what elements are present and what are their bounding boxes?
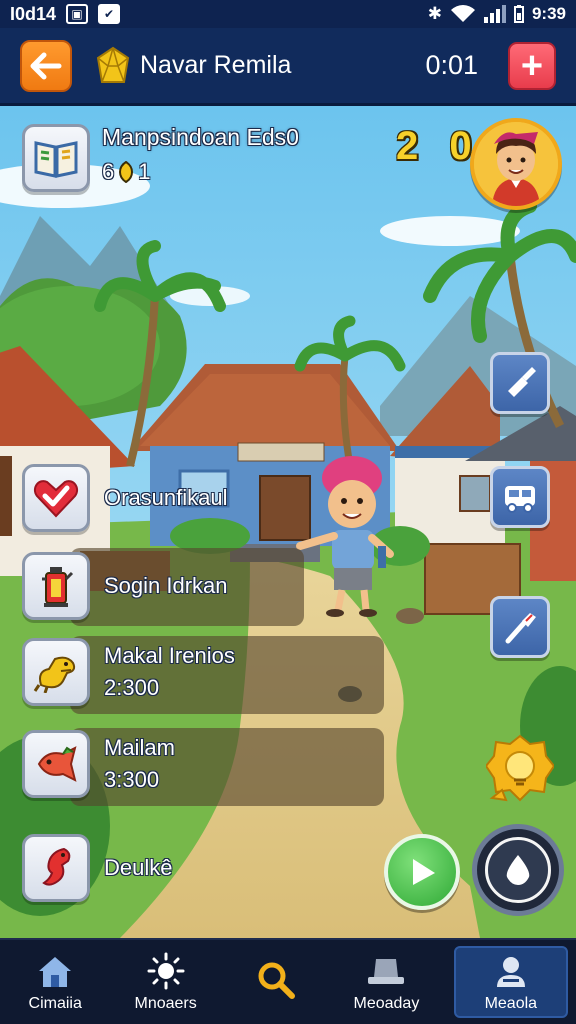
- flashlight-tool-button[interactable]: [490, 352, 550, 414]
- list-item-icon-tile: [22, 638, 90, 706]
- profile-icon: [496, 957, 525, 987]
- nav-item-search[interactable]: [221, 940, 331, 1024]
- back-button[interactable]: [20, 39, 72, 92]
- list-item-icon-tile: [22, 552, 90, 620]
- quest-card: Manpsindoan Eds0 6 1: [22, 124, 299, 192]
- checkmark-icon: ✔: [98, 4, 121, 24]
- avatar-portrait: [474, 122, 558, 206]
- player-avatar[interactable]: [470, 118, 562, 210]
- score-display: 2 0: [396, 124, 482, 168]
- list-item[interactable]: Mailam 3:300: [22, 730, 175, 798]
- nav-item-profile[interactable]: Meaola: [453, 946, 569, 1018]
- vehicle-tool-button[interactable]: [490, 466, 550, 528]
- seahorse-icon: [42, 847, 71, 886]
- list-item-icon-tile: [22, 834, 90, 902]
- nav-item-explore[interactable]: Mnoaers: [110, 940, 220, 1024]
- wifi-icon: [450, 5, 475, 23]
- play-button[interactable]: [384, 834, 460, 910]
- list-item-value: 2:300: [104, 675, 160, 700]
- search-icon: [258, 962, 296, 999]
- page-title: Navar Remila: [140, 51, 292, 79]
- timer: 0:01: [425, 50, 478, 80]
- list-item-icon-tile: [22, 464, 90, 532]
- book-icon: [34, 141, 78, 178]
- drop-icon: [506, 855, 530, 885]
- vehicle-icon: [505, 486, 535, 513]
- hat-icon: [368, 959, 405, 984]
- nav-item-home[interactable]: Cimaiia: [0, 940, 110, 1024]
- play-icon: [413, 859, 435, 885]
- lightbulb-hint-button[interactable]: [486, 734, 554, 806]
- bluetooth-icon: ✱: [427, 4, 442, 23]
- fish-icon: [37, 746, 77, 782]
- leaf-coin-icon: [119, 161, 134, 183]
- list-item[interactable]: Deulkê: [22, 834, 172, 902]
- nav-item-inventory[interactable]: Meoaday: [331, 940, 441, 1024]
- list-item-label: Makal Irenios: [104, 643, 235, 668]
- quest-progress: 6 1: [102, 159, 151, 184]
- list-item-label: Orasunfikaul: [104, 485, 228, 510]
- bottom-navigation: Cimaiia Mnoaers Meoaday Meaola: [0, 938, 576, 1024]
- lantern-icon: [42, 567, 74, 607]
- clock-time: 9:39: [531, 4, 566, 23]
- nav-label: Meoaday: [353, 995, 420, 1012]
- game-scene: Manpsindoan Eds0 6 1 2 0 Orasunfikaul So…: [0, 106, 576, 938]
- add-button[interactable]: +: [508, 41, 556, 90]
- plus-icon: +: [520, 44, 544, 87]
- list-item[interactable]: Orasunfikaul: [22, 464, 228, 532]
- list-item[interactable]: Makal Irenios 2:300: [22, 638, 235, 706]
- flashlight-icon: [508, 367, 536, 397]
- list-item-value: 3:300: [104, 767, 160, 792]
- list-item-label: Deulkê: [104, 855, 173, 880]
- battery-icon: [513, 5, 524, 23]
- nav-label: Mnoaers: [134, 995, 197, 1012]
- status-bar: I0d14 ▣ ✔ ✱ 9:39: [0, 0, 576, 28]
- back-arrow-icon: [30, 52, 62, 79]
- signal-icon: [483, 5, 506, 23]
- nav-label: Meaola: [484, 995, 538, 1012]
- home-icon: [39, 957, 72, 987]
- list-item-icon-tile: [22, 730, 90, 798]
- nav-label: Cimaiia: [28, 995, 82, 1012]
- list-item-label: Sogin Idrkan: [104, 573, 228, 598]
- gallery-icon: ▣: [66, 4, 89, 24]
- dinosaur-icon: [33, 656, 76, 693]
- heart-check-icon: [33, 480, 79, 518]
- brush-icon: [505, 613, 536, 644]
- map-compass-button[interactable]: [472, 824, 564, 916]
- quest-book-button[interactable]: [22, 124, 90, 192]
- list-item-label: Mailam: [104, 735, 175, 760]
- brush-tool-button[interactable]: [490, 596, 550, 658]
- status-text: I0d14: [10, 3, 57, 24]
- top-header: Navar Remila 0:01 +: [0, 28, 576, 106]
- crystal-gem-icon: [96, 46, 130, 83]
- sun-icon: [147, 952, 185, 990]
- list-item[interactable]: Sogin Idrkan: [22, 552, 228, 620]
- quest-title: Manpsindoan Eds0: [102, 124, 299, 150]
